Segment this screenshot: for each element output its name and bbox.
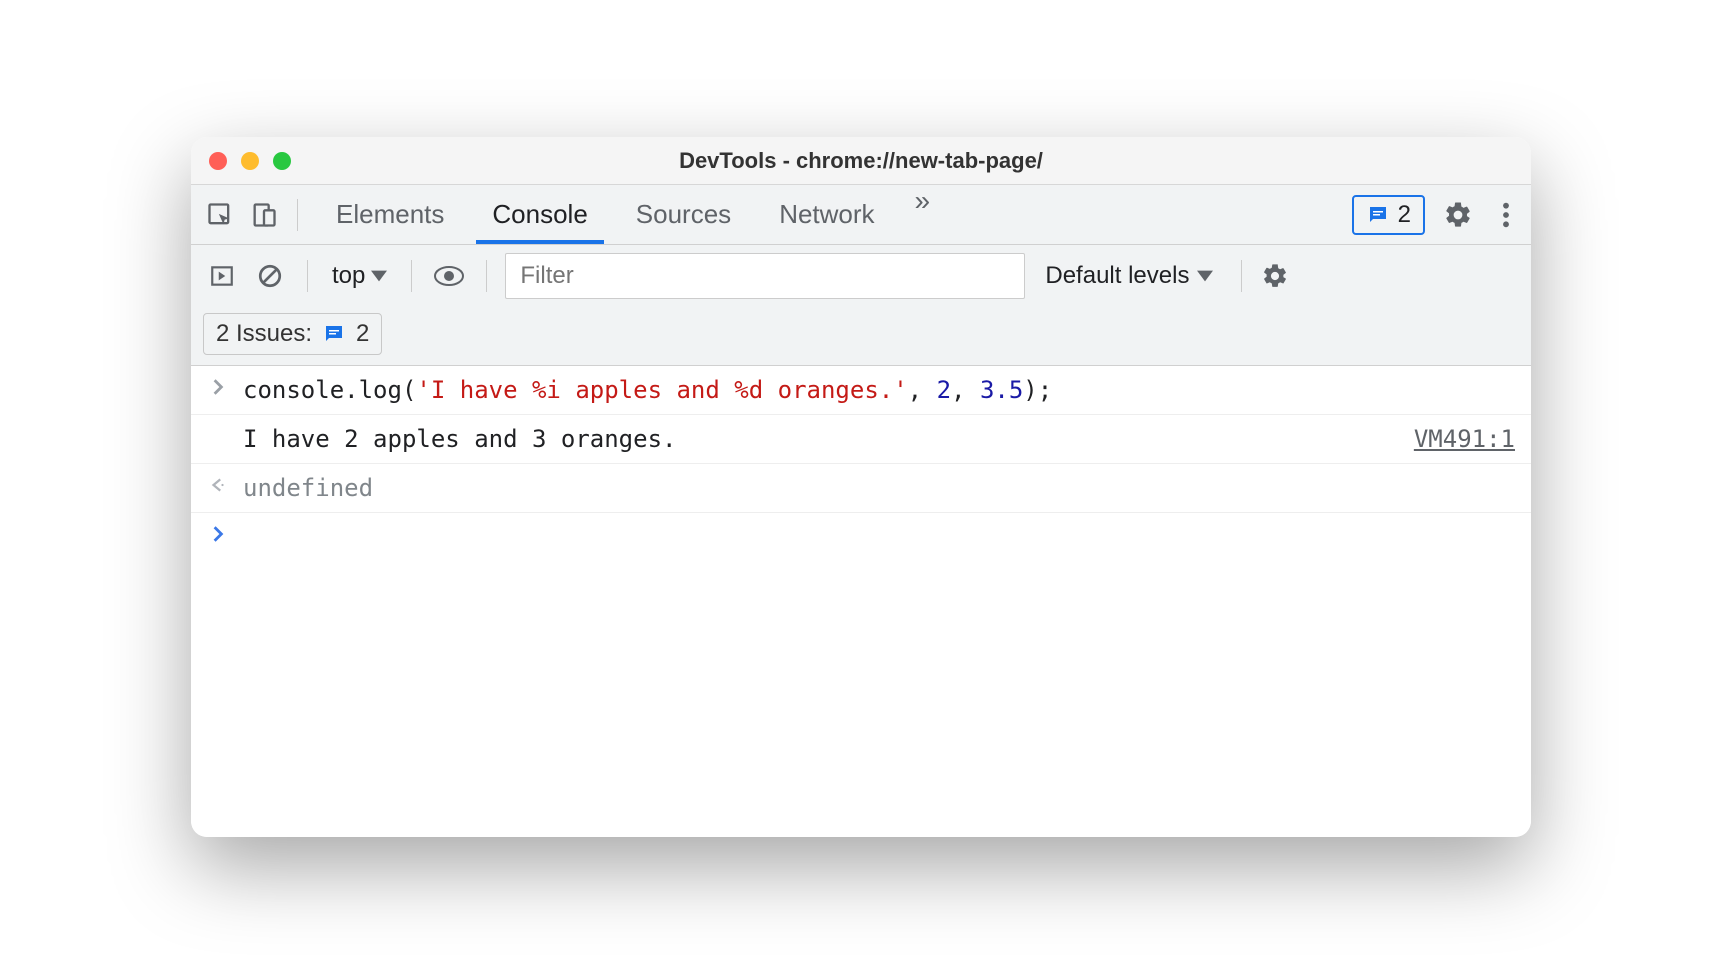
input-chevron-icon	[207, 376, 229, 396]
settings-icon[interactable]	[1443, 200, 1473, 230]
divider	[486, 260, 487, 292]
chevron-down-icon	[371, 270, 387, 282]
more-options-icon[interactable]	[1491, 200, 1521, 230]
divider	[297, 199, 298, 231]
console-output: console.log('I have %i apples and %d ora…	[191, 366, 1531, 837]
panel-tabs: Elements Console Sources Network »	[312, 185, 946, 244]
tab-network[interactable]: Network	[755, 185, 898, 244]
main-tabstrip: Elements Console Sources Network » 2	[191, 185, 1531, 245]
toggle-drawer-icon[interactable]	[203, 257, 241, 295]
tab-sources[interactable]: Sources	[612, 185, 755, 244]
prompt-chevron-icon	[207, 523, 229, 543]
tab-console[interactable]: Console	[468, 185, 611, 244]
tabs-overflow-button[interactable]: »	[899, 185, 947, 244]
console-toolbar: top Default levels	[191, 245, 1531, 366]
chevron-down-icon	[1197, 270, 1213, 282]
console-return-row: undefined	[191, 464, 1531, 513]
inspect-element-icon[interactable]	[201, 196, 239, 234]
console-settings-icon[interactable]	[1260, 261, 1290, 291]
issues-badge-count: 2	[1398, 201, 1411, 229]
log-levels-selector[interactable]: Default levels	[1035, 262, 1223, 290]
issues-badge[interactable]: 2	[1352, 195, 1425, 235]
live-expression-icon[interactable]	[430, 257, 468, 295]
devtools-window: DevTools - chrome://new-tab-page/ Elemen…	[191, 137, 1531, 837]
tab-elements[interactable]: Elements	[312, 185, 468, 244]
clear-console-icon[interactable]	[251, 257, 289, 295]
window-controls	[209, 152, 291, 170]
filter-input[interactable]	[505, 253, 1025, 299]
titlebar: DevTools - chrome://new-tab-page/	[191, 137, 1531, 185]
console-prompt-row[interactable]	[191, 513, 1531, 553]
issues-panel-button[interactable]: 2 Issues: 2	[203, 313, 382, 355]
execution-context-selector[interactable]: top	[326, 258, 393, 294]
console-log-message: I have 2 apples and 3 oranges.	[243, 425, 1400, 453]
tabstrip-right: 2	[1352, 195, 1521, 235]
log-gutter	[207, 425, 229, 427]
levels-label: Default levels	[1045, 262, 1189, 290]
source-link[interactable]: VM491:1	[1414, 425, 1515, 453]
device-toolbar-icon[interactable]	[245, 196, 283, 234]
return-chevron-icon	[207, 474, 229, 494]
maximize-window-button[interactable]	[273, 152, 291, 170]
console-input-code[interactable]: console.log('I have %i apples and %d ora…	[243, 376, 1515, 404]
divider	[307, 260, 308, 292]
minimize-window-button[interactable]	[241, 152, 259, 170]
divider	[411, 260, 412, 292]
return-value: undefined	[243, 474, 1515, 502]
issues-count: 2	[356, 320, 369, 348]
issues-icon	[1366, 203, 1390, 227]
window-title: DevTools - chrome://new-tab-page/	[191, 148, 1531, 174]
console-log-row: I have 2 apples and 3 oranges. VM491:1	[191, 415, 1531, 464]
issues-label: 2 Issues:	[216, 320, 312, 348]
issues-icon	[322, 322, 346, 346]
console-input-row: console.log('I have %i apples and %d ora…	[191, 366, 1531, 415]
divider	[1241, 260, 1242, 292]
context-label: top	[332, 262, 365, 290]
close-window-button[interactable]	[209, 152, 227, 170]
